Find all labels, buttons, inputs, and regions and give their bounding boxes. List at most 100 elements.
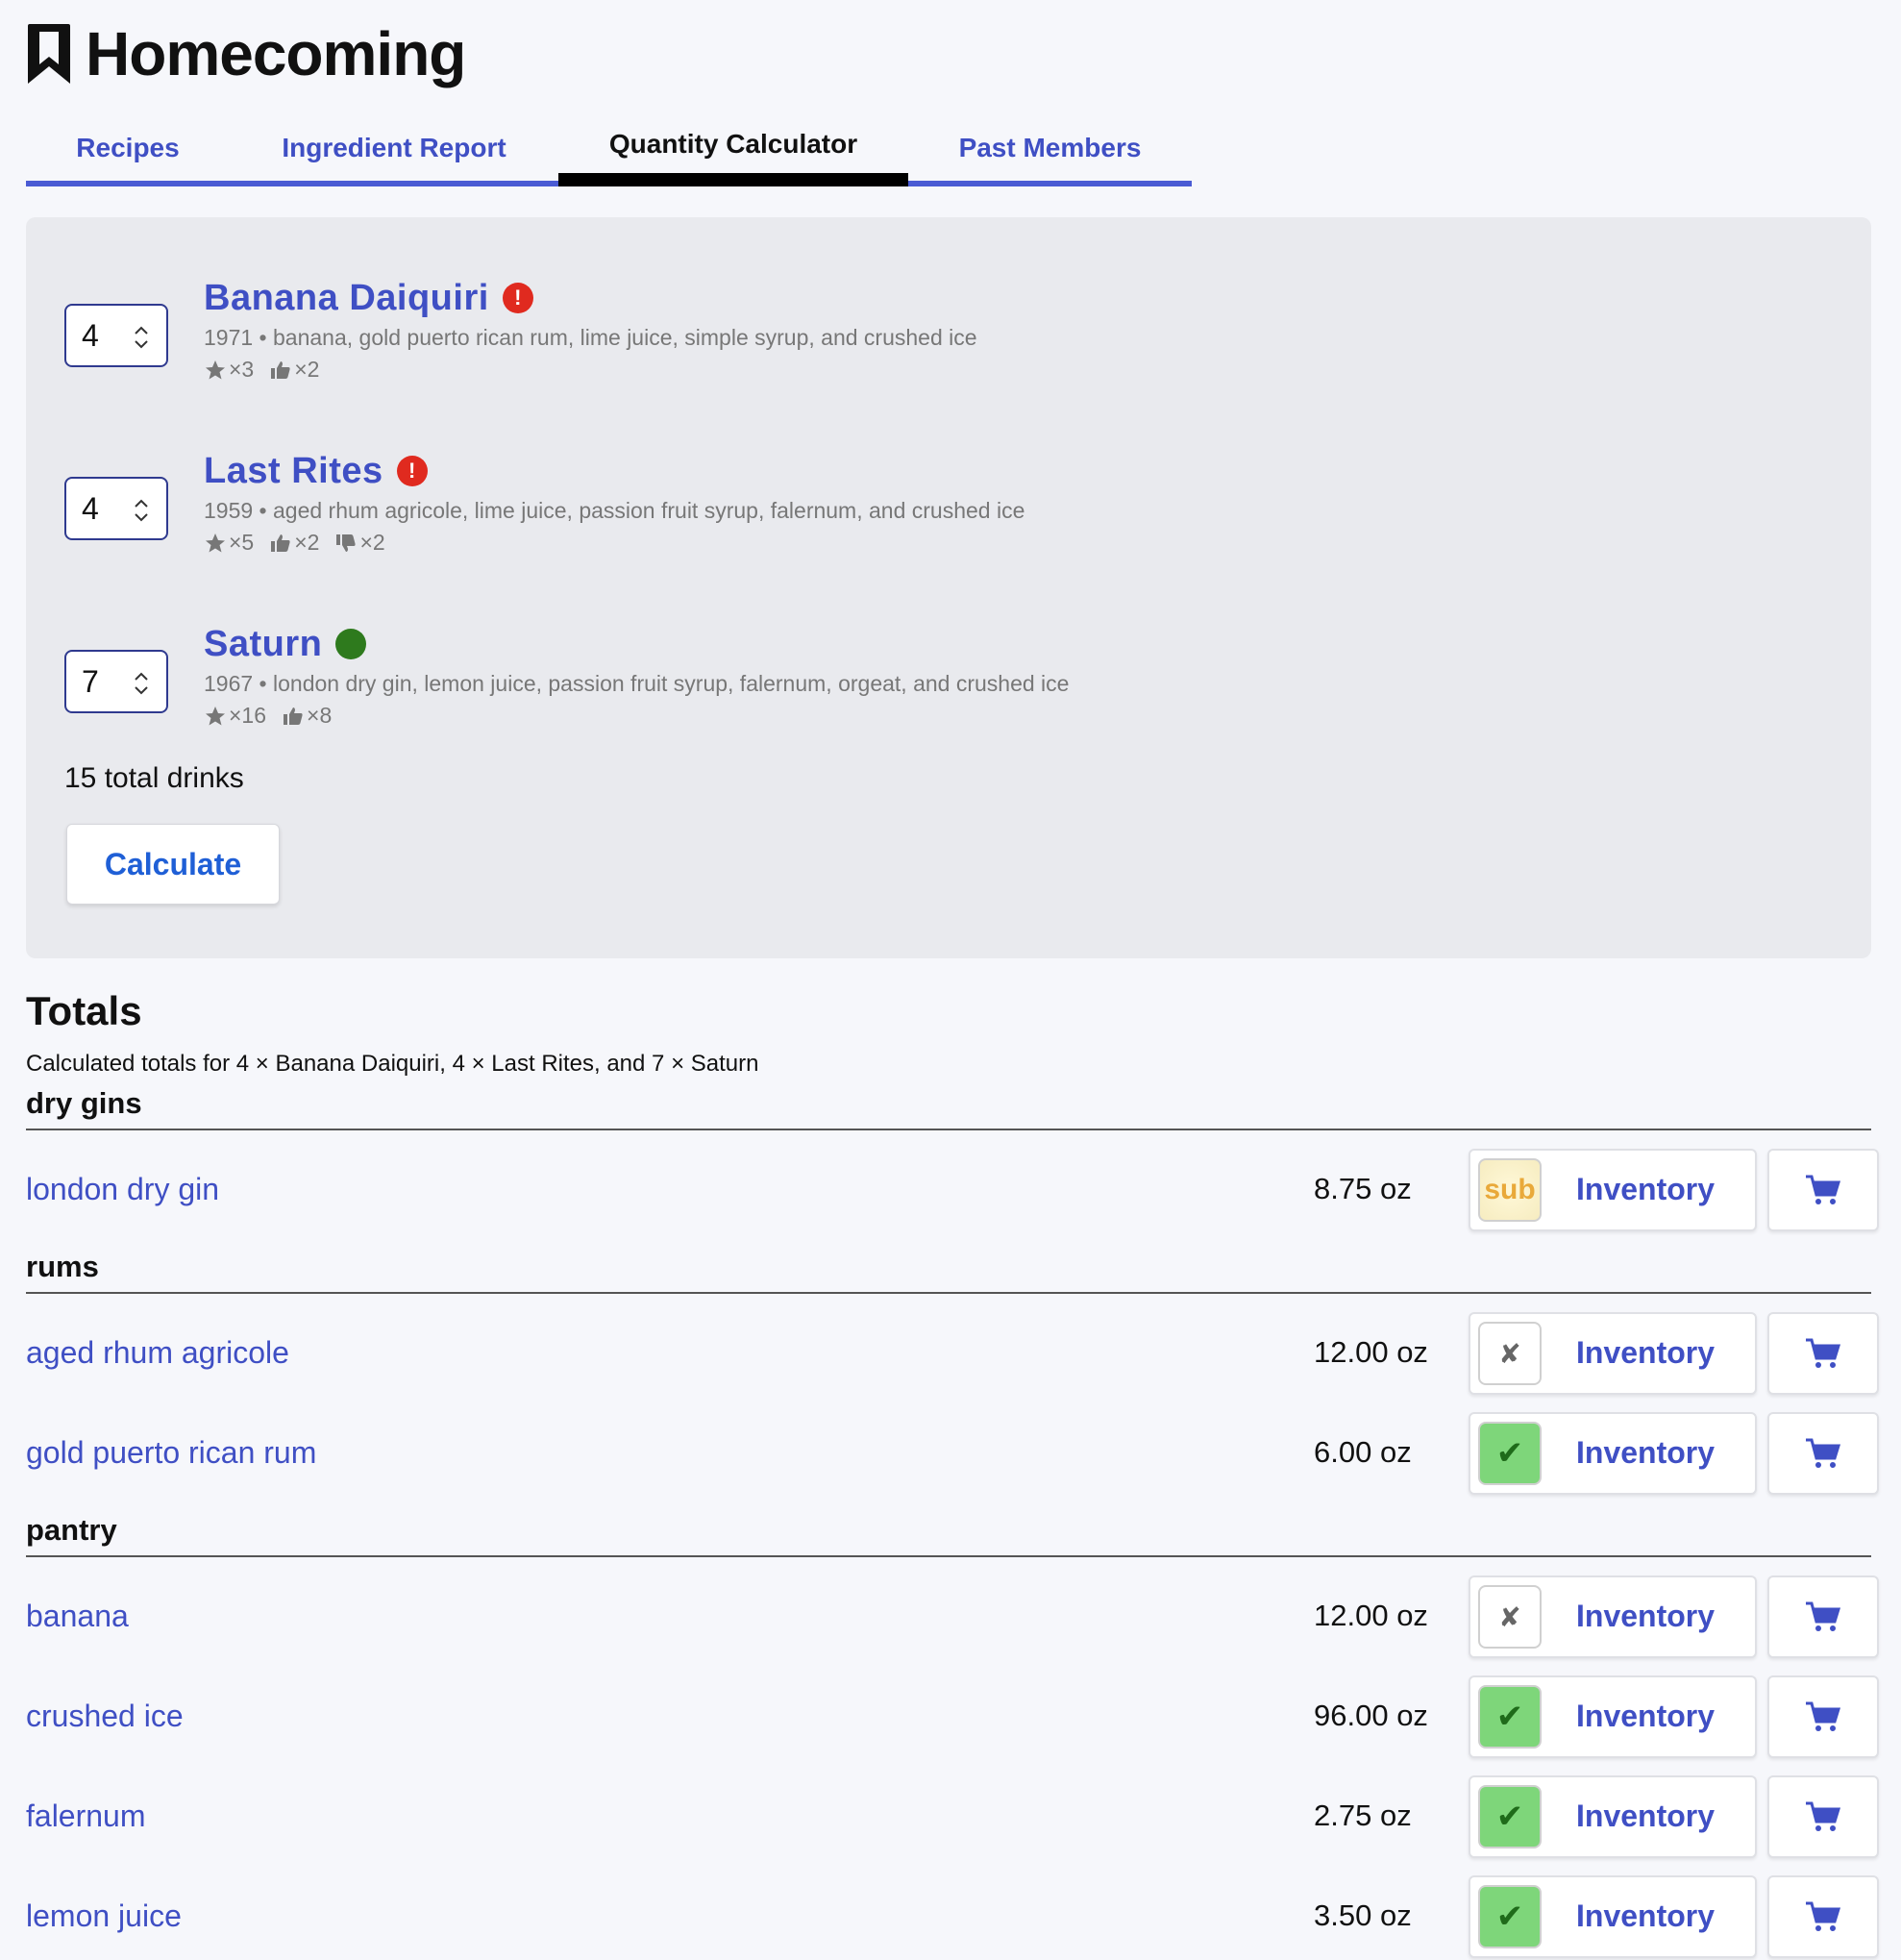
star-count: ×3 [229,357,255,382]
quantity-stepper[interactable]: 4 [64,304,168,367]
ingredient-link[interactable]: banana [26,1599,129,1634]
group-heading-dry-gins: dry gins [26,1086,1871,1130]
star-count: ×16 [229,703,267,728]
stepper-arrows-icon[interactable] [132,669,151,698]
thumbs-down-icon [336,533,357,552]
ingredient-amount: 96.00 oz [1314,1699,1428,1732]
ingredient-row: lemon juice 3.50 oz ✔ Inventory [26,1875,1881,1960]
group-heading-rums: rums [26,1250,1871,1294]
ingredient-row: falernum 2.75 oz ✔ Inventory [26,1775,1881,1860]
totals-subtitle: Calculated totals for 4 × Banana Daiquir… [26,1051,759,1077]
drink-stats: ×3 ×2 [204,357,1741,383]
quantity-value[interactable]: 4 [82,318,99,354]
ingredient-row: aged rhum agricole 12.00 oz ✘ Inventory [26,1312,1881,1397]
cart-icon [1806,1801,1841,1831]
dislike-count: ×2 [359,530,385,555]
star-icon [206,533,225,552]
cart-icon [1806,1901,1841,1931]
inventory-label: Inventory [1576,1435,1716,1470]
drink-name-link[interactable]: Saturn [204,624,322,665]
inventory-label: Inventory [1576,1699,1716,1733]
tab-ingredient-report[interactable]: Ingredient Report [230,115,558,181]
ingredient-amount: 12.00 oz [1314,1335,1428,1369]
group-heading-pantry: pantry [26,1513,1871,1557]
ingredient-amount: 6.00 oz [1314,1435,1412,1469]
app-header: Homecoming [26,17,466,89]
in-stock-status: ✔ [1478,1422,1542,1485]
ingredient-row: gold puerto rican rum 6.00 oz ✔ Inventor… [26,1412,1881,1497]
inventory-button[interactable]: sub Inventory [1469,1149,1757,1231]
thumbs-up-icon [284,707,303,725]
add-to-cart-button[interactable] [1767,1775,1879,1858]
ingredient-amount: 12.00 oz [1314,1599,1428,1632]
ingredient-amount: 2.75 oz [1314,1799,1412,1832]
ingredient-link[interactable]: london dry gin [26,1172,219,1207]
ingredient-link[interactable]: crushed ice [26,1699,184,1734]
in-stock-status: ✔ [1478,1885,1542,1948]
stepper-arrows-icon[interactable] [132,323,151,352]
app-title: Homecoming [86,18,466,88]
drink-name-link[interactable]: Last Rites [204,451,383,492]
drink-description: 1959 • aged rhum agricole, lime juice, p… [204,498,1025,523]
add-to-cart-button[interactable] [1767,1675,1879,1758]
missing-status: ✘ [1478,1322,1542,1385]
in-stock-status: ✔ [1478,1785,1542,1848]
inventory-button[interactable]: ✘ Inventory [1469,1312,1757,1395]
ingredient-amount: 3.50 oz [1314,1898,1412,1932]
ingredient-link[interactable]: aged rhum agricole [26,1335,289,1371]
quantity-stepper[interactable]: 4 [64,477,168,540]
inventory-button[interactable]: ✘ Inventory [1469,1575,1757,1658]
missing-status: ✘ [1478,1585,1542,1649]
warning-badge: ! [502,283,533,313]
quantity-value[interactable]: 7 [82,664,99,700]
inventory-button[interactable]: ✔ Inventory [1469,1412,1757,1495]
cart-icon [1806,1438,1841,1468]
stepper-arrows-icon[interactable] [132,496,151,525]
quantity-value[interactable]: 4 [82,491,99,527]
inventory-label: Inventory [1576,1599,1716,1633]
drink-selection-panel: 4 Banana Daiquiri ! 1971 • banana, gold … [26,217,1871,958]
like-count: ×2 [294,530,320,555]
cart-icon [1806,1701,1841,1731]
drink-description: 1971 • banana, gold puerto rican rum, li… [204,325,977,350]
thumbs-up-icon [271,533,290,552]
inventory-button[interactable]: ✔ Inventory [1469,1775,1757,1858]
drink-stats: ×16 ×8 [204,703,1741,729]
inventory-button[interactable]: ✔ Inventory [1469,1875,1757,1958]
inventory-label: Inventory [1576,1172,1716,1206]
add-to-cart-button[interactable] [1767,1575,1879,1658]
ingredient-amount: 8.75 oz [1314,1172,1412,1205]
substitute-status: sub [1478,1158,1542,1222]
tab-bar: Recipes Ingredient Report Quantity Calcu… [26,115,1192,186]
totals-heading: Totals [26,988,142,1033]
add-to-cart-button[interactable] [1767,1875,1879,1958]
drink-description: 1967 • london dry gin, lemon juice, pass… [204,671,1070,696]
star-icon [206,706,225,725]
bookmark-icon [28,23,70,84]
thumbs-up-icon [271,360,290,379]
cart-icon [1806,1601,1841,1631]
warning-badge: ! [396,456,428,486]
drink-stats: ×5 ×2 ×2 [204,530,1741,556]
inventory-button[interactable]: ✔ Inventory [1469,1675,1757,1758]
ingredient-link[interactable]: lemon juice [26,1898,182,1934]
ingredient-link[interactable]: falernum [26,1799,146,1834]
add-to-cart-button[interactable] [1767,1412,1879,1495]
cart-icon [1806,1338,1841,1368]
add-to-cart-button[interactable] [1767,1149,1879,1231]
tab-quantity-calculator[interactable]: Quantity Calculator [558,115,908,186]
ingredient-row: crushed ice 96.00 oz ✔ Inventory [26,1675,1881,1760]
inventory-label: Inventory [1576,1898,1716,1933]
in-stock-status: ✔ [1478,1685,1542,1749]
like-count: ×8 [307,703,333,728]
tab-recipes[interactable]: Recipes [26,115,230,181]
total-drinks: 15 total drinks [64,762,244,794]
like-count: ×2 [294,357,320,382]
quantity-stepper[interactable]: 7 [64,650,168,713]
calculate-button[interactable]: Calculate [66,824,280,905]
tab-past-members[interactable]: Past Members [908,115,1192,181]
drink-name-link[interactable]: Banana Daiquiri [204,278,489,319]
add-to-cart-button[interactable] [1767,1312,1879,1395]
ingredient-link[interactable]: gold puerto rican rum [26,1435,316,1471]
available-badge [335,629,367,659]
